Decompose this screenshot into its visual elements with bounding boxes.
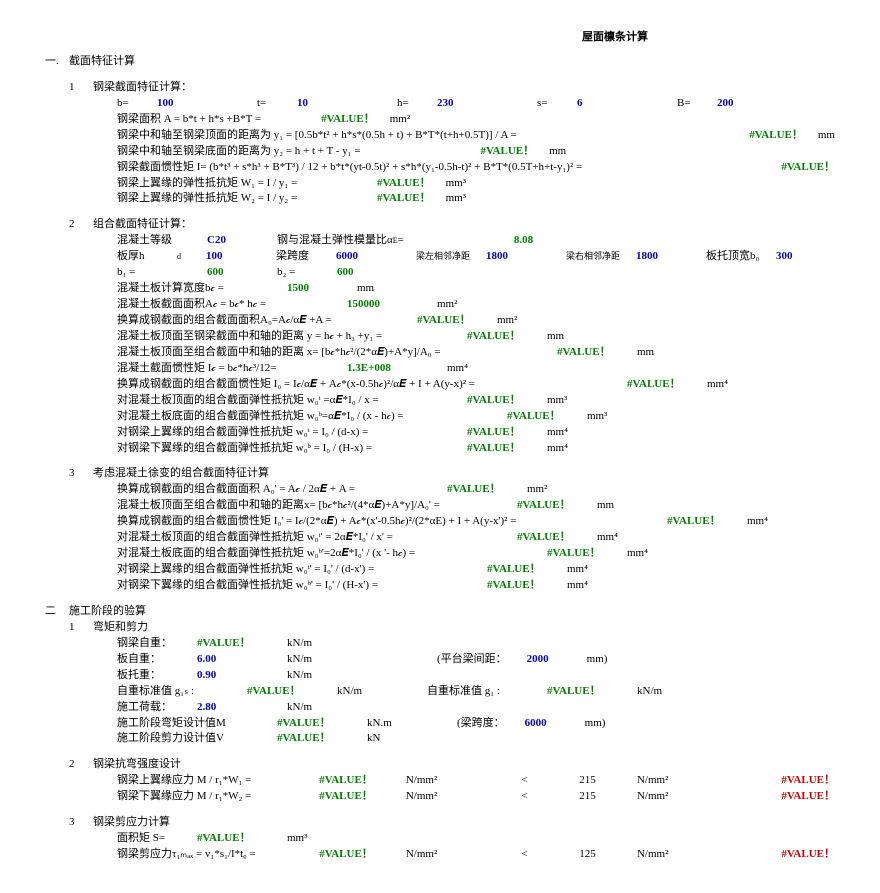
sub-1-1: 1钢梁截面特征计算：: [45, 80, 835, 96]
section-1: 一.截面特征计算: [45, 54, 835, 70]
param-row: b=100 t=10 h=230 s=6 B=200: [117, 96, 835, 112]
sub-1-3: 3考虑混凝土徐变的组合截面特征计算: [45, 466, 835, 482]
sub-1-2: 2组合截面特征计算：: [45, 217, 835, 233]
sub-2-2: 2钢梁抗弯强度设计: [45, 757, 835, 773]
sub-2-3: 3钢梁剪应力计算: [45, 815, 835, 831]
page-title: 屋面檩条计算: [45, 30, 835, 46]
sub-2-1: 1弯矩和剪力: [45, 620, 835, 636]
section-2: 二施工阶段的验算: [45, 604, 835, 620]
